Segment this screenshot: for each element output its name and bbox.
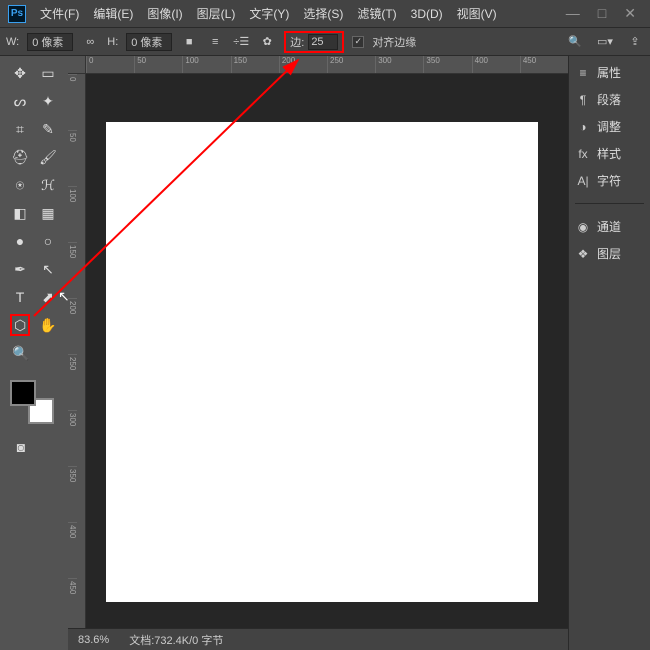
polygon-tool[interactable]: ⬡ <box>10 314 30 336</box>
style-icon: fx <box>575 146 591 162</box>
width-input[interactable] <box>27 33 73 51</box>
zoom-tool[interactable]: 🔍 <box>10 342 32 364</box>
channel-icon: ◉ <box>575 219 591 235</box>
properties-icon: ≡ <box>575 65 591 81</box>
menu-file[interactable]: 文件(F) <box>40 5 79 22</box>
panel-layer[interactable]: ❖图层 <box>575 245 644 262</box>
ruler-vertical: 050100150200250300350400450 <box>68 74 86 650</box>
panel-adjust[interactable]: ◑调整 <box>575 118 644 135</box>
workspace-icon[interactable]: ▭▾ <box>596 33 614 51</box>
path-tool[interactable]: ↖ <box>38 258 58 280</box>
sides-label: 边: <box>290 34 304 50</box>
history-brush-tool[interactable]: ℋ <box>38 174 58 196</box>
close-button[interactable]: ✕ <box>624 5 636 22</box>
character-icon: A| <box>575 173 591 189</box>
menu-edit[interactable]: 编辑(E) <box>93 5 133 22</box>
menu-filter[interactable]: 滤镜(T) <box>357 5 396 22</box>
align-edges-label: 对齐边缘 <box>372 34 416 50</box>
gear-icon[interactable]: ✿ <box>258 33 276 51</box>
search-icon[interactable]: 🔍 <box>566 33 584 51</box>
menu-image[interactable]: 图像(I) <box>147 5 182 22</box>
lasso-tool[interactable]: ᔕ <box>10 90 30 112</box>
stamp-tool[interactable]: ⍟ <box>10 174 30 196</box>
type-tool[interactable]: T <box>10 286 30 308</box>
panel-paragraph[interactable]: ¶段落 <box>575 91 644 108</box>
ruler-horizontal: 050100150200250300350400450 <box>86 56 568 74</box>
menu-type[interactable]: 文字(Y) <box>249 5 289 22</box>
workarea: 050100150200250300350400450 050100150200… <box>68 56 568 650</box>
menu-view[interactable]: 视图(V) <box>457 5 497 22</box>
status-bar: 83.6% 文档:732.4K/0 字节 <box>68 628 568 650</box>
menu-3d[interactable]: 3D(D) <box>411 7 443 21</box>
height-input[interactable] <box>126 33 172 51</box>
wand-tool[interactable]: ✦ <box>38 90 58 112</box>
blur-tool[interactable]: ● <box>10 230 30 252</box>
foreground-swatch[interactable] <box>10 380 36 406</box>
brush-tool[interactable]: 🖌 <box>38 146 58 168</box>
fill-icon[interactable]: ■ <box>180 33 198 51</box>
doc-info: 文档:732.4K/0 字节 <box>129 632 223 648</box>
panel-style[interactable]: fx样式 <box>575 145 644 162</box>
move-tool[interactable]: ✥ <box>10 62 30 84</box>
sides-input[interactable] <box>308 34 338 50</box>
panel-character[interactable]: A|字符 <box>575 172 644 189</box>
menu-layer[interactable]: 图层(L) <box>197 5 236 22</box>
zoom-level[interactable]: 83.6% <box>78 634 109 646</box>
toolbox: ✥ ▭ ᔕ ✦ ⌗ ✎ ⛑ 🖌 ⍟ ℋ ◧ ▦ ● ○ ✒ ↖ T ⬈ ⬡ ✋ 🔍 ◙ <box>0 56 68 650</box>
sides-input-group: 边: <box>284 31 344 53</box>
pen-tool[interactable]: ✒ <box>10 258 30 280</box>
panel-channel[interactable]: ◉通道 <box>575 218 644 235</box>
width-label: W: <box>6 36 19 48</box>
marquee-tool[interactable]: ▭ <box>38 62 58 84</box>
menu-select[interactable]: 选择(S) <box>303 5 343 22</box>
adjust-icon: ◑ <box>575 119 591 135</box>
align-edges-checkbox[interactable]: ✓ <box>352 36 364 48</box>
layer-icon: ❖ <box>575 246 591 262</box>
crop-tool[interactable]: ⌗ <box>10 118 30 140</box>
gradient-tool[interactable]: ▦ <box>38 202 58 224</box>
ruler-corner <box>68 56 86 74</box>
align-icon[interactable]: ≡ <box>206 33 224 51</box>
ps-logo: Ps <box>8 5 26 23</box>
dodge-tool[interactable]: ○ <box>38 230 58 252</box>
heal-tool[interactable]: ⛑ <box>10 146 30 168</box>
color-swatches[interactable] <box>10 380 54 424</box>
canvas[interactable] <box>106 122 538 602</box>
direct-select-tool[interactable]: ⬈ <box>38 286 58 308</box>
link-icon[interactable]: ∞ <box>81 33 99 51</box>
options-bar: W: ∞ H: ■ ≡ ÷☰ ✿ 边: ✓ 对齐边缘 🔍 ▭▾ ⇪ <box>0 28 650 56</box>
titlebar: Ps 文件(F) 编辑(E) 图像(I) 图层(L) 文字(Y) 选择(S) 滤… <box>0 0 650 28</box>
eraser-tool[interactable]: ◧ <box>10 202 30 224</box>
quickmask-tool[interactable]: ◙ <box>10 436 32 458</box>
panel-properties[interactable]: ≡属性 <box>575 64 644 81</box>
paragraph-icon: ¶ <box>575 92 591 108</box>
panels-dock: ≡属性 ¶段落 ◑调整 fx样式 A|字符 ◉通道 ❖图层 <box>568 56 650 650</box>
distribute-icon[interactable]: ÷☰ <box>232 33 250 51</box>
maximize-button[interactable]: □ <box>598 5 606 22</box>
share-icon[interactable]: ⇪ <box>626 33 644 51</box>
hand-tool[interactable]: ✋ <box>38 314 58 336</box>
minimize-button[interactable]: — <box>566 5 580 22</box>
eyedropper-tool[interactable]: ✎ <box>38 118 58 140</box>
height-label: H: <box>107 36 118 48</box>
